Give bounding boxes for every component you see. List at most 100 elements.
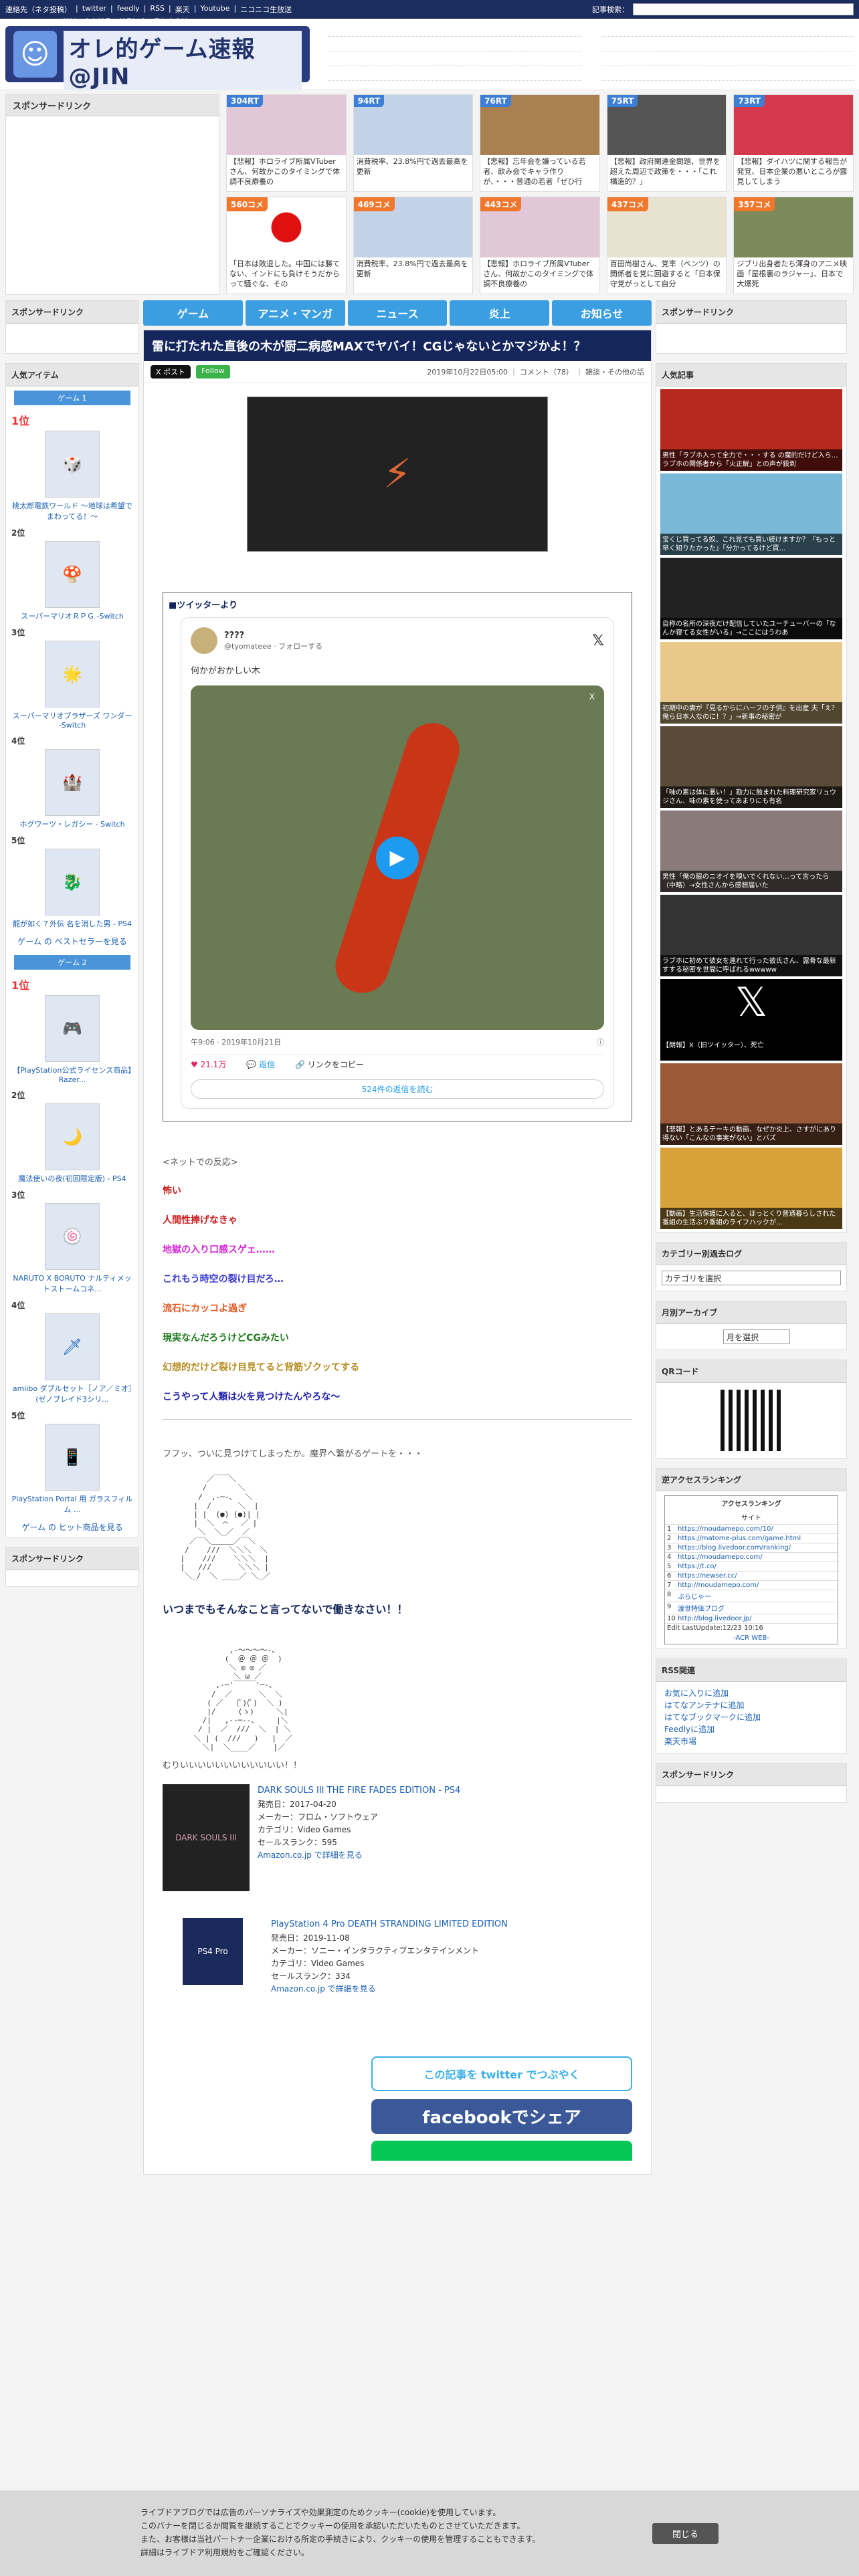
rank-item[interactable]: 3位 🌟 スーパーマリオブラザーズ ワンダー -Switch	[6, 624, 138, 732]
rt-item[interactable]: 443コメ 【悲報】ホロライブ所属VTuberさん、何故かこのタイミングで体調不良…	[480, 197, 600, 294]
rank-item[interactable]: 5位 📱 PlayStation Portal 用 ガラスフィルム ...	[6, 1407, 138, 1517]
access-ranking-row[interactable]: 10 http://blog.livedoor.jp/	[665, 1614, 838, 1623]
nav-game[interactable]: ゲーム	[143, 300, 243, 326]
facebook-share-button[interactable]: facebookでシェア	[371, 2099, 632, 2134]
rank-item[interactable]: 4位 🗡 amiibo ダブルセット［ノア／ミオ］(ゼノブレイド3シリ...	[6, 1297, 138, 1407]
access-ranking-row[interactable]: 6 https://newser.cc/	[665, 1571, 838, 1580]
nav-news[interactable]: ニュース	[347, 300, 448, 326]
access-ranking-row[interactable]: 7 http://moudamepo.com/	[665, 1580, 838, 1590]
avatar[interactable]	[191, 627, 217, 654]
top-link-rakuten[interactable]: 楽天	[175, 4, 190, 15]
reply-button[interactable]: 💬 返信	[246, 1059, 275, 1070]
line-share-button[interactable]	[371, 2140, 632, 2161]
rt-item[interactable]: 560コメ 「日本は敗退した。中国には勝てない、インドにも負けそうだからって騒ぐな…	[226, 197, 347, 294]
rt-item[interactable]: 76RT 【悲報】忘年会を嫌っている若者、飲み会でキャラ作りが、・・・普通の若者「…	[480, 94, 600, 192]
copy-link-button[interactable]: 🔗 リンクをコピー	[295, 1059, 364, 1070]
follow-button[interactable]: Follow	[196, 365, 230, 379]
hit-products-link[interactable]: ゲーム の ヒット商品を見る	[6, 1517, 138, 1537]
like-button[interactable]: ♥ 21.1万	[191, 1059, 226, 1070]
popular-article[interactable]: 自称の名所の深夜だけ配信していたユーチューバーの「なんか寝てる女性がいる」→ここ…	[660, 558, 842, 639]
rank-tab-game2[interactable]: ゲーム 2	[14, 955, 130, 970]
rt-item[interactable]: 304RT 【悲報】ホロライブ所属VTuberさん、何故かこのタイミングで体調不良…	[226, 94, 347, 192]
rt-item[interactable]: 469コメ 消費税率、23.8%円で過去最高を更新	[353, 197, 474, 294]
rt-item[interactable]: 73RT 【悲報】ダイハツに関する報告が発覚、日本企業の悪いところが露見してしまう	[733, 94, 854, 192]
x-logo-icon[interactable]: 𝕏	[592, 633, 604, 649]
amazon-detail-link[interactable]: Amazon.co.jp で詳細を見る	[271, 1983, 508, 1996]
nav-enjou[interactable]: 炎上	[450, 300, 550, 326]
rt-item[interactable]: 75RT 【悲報】政府関連金問題、世界を超えた周辺で政策を・・・「これ構造的？」	[606, 94, 727, 192]
cookie-terms-link[interactable]: 詳細はライブドア利用規約をご確認ください。	[140, 2547, 626, 2560]
top-link-niconico[interactable]: ニコニコ生放送	[240, 4, 292, 15]
product-image[interactable]: PS4 Pro	[183, 1917, 243, 1985]
header-news-item[interactable]	[328, 27, 581, 37]
popular-article[interactable]: 【悲報】とあるテーキの動画、なぜか炎上、さすがにあり得ない「こんなの事実がない」…	[660, 1063, 842, 1145]
site-logo[interactable]: ☺ MY GAME NEWS FLASH オレ的ゲーム速報@JIN	[5, 17, 310, 90]
tweet-video[interactable]: ▶ X	[191, 685, 604, 1030]
access-ranking-footer[interactable]: Edit LastUpdate:12/23 10:16	[665, 1623, 838, 1632]
play-icon[interactable]: ▶	[376, 836, 419, 879]
rss-link[interactable]: はてなアンテナに追加	[664, 1699, 838, 1711]
product-image[interactable]: DARK SOULS III	[163, 1784, 250, 1891]
popular-article[interactable]: 男性「ラブホ入って全力で・・・する の魔的だけど入ら…ラブホの関係者から「火正解…	[660, 389, 842, 471]
tweet-time[interactable]: 午9:06 · 2019年10月21日	[191, 1037, 281, 1047]
cookie-close-button[interactable]: 閉じる	[652, 2523, 719, 2544]
tweet-user-handle[interactable]: @tyomateee · フォローする	[224, 641, 322, 651]
rank-item[interactable]: 1位 🎲 桃太郎電鉄ワールド ～地球は希望でまわってる！～	[6, 409, 138, 524]
access-ranking-row[interactable]: 3 https://blog.livedoor.com/ranking/	[665, 1543, 838, 1552]
access-ranking-row[interactable]: 9 渡世特価ブログ	[665, 1602, 838, 1614]
popular-article[interactable]: 【動画】生活保護に入ると、ほっとくり普通暮らしされた番組の生活ぶり番組のライフハ…	[660, 1148, 842, 1229]
popular-article[interactable]: 初期中の妻が『見るからにハーフの子供』を出産 夫「え？俺ら日本人なのに！？」→新…	[660, 642, 842, 724]
rank-item[interactable]: 3位 🍥 NARUTO X BORUTO ナルティメットストームコネ...	[6, 1186, 138, 1297]
rt-item[interactable]: 437コメ 百田尚樹さん、党率（ベンツ）の関係者を党に回避すると「日本保守党がっと…	[606, 197, 727, 294]
rss-link[interactable]: Feedlyに追加	[664, 1723, 838, 1735]
acr-web-link[interactable]: -ACR WEB-	[665, 1632, 838, 1644]
access-ranking-row[interactable]: 1 https://moudamepo.com/10/	[665, 1524, 838, 1533]
popular-article[interactable]: ラブホに初めて彼女を連れて行った彼氏さん、露骨な最新すする秘密を世間に呼ばれるw…	[660, 895, 842, 976]
access-ranking-row[interactable]: 8 ぶらじゃー	[665, 1590, 838, 1602]
info-icon[interactable]: ⓘ	[597, 1037, 604, 1047]
top-link-twitter[interactable]: twitter	[82, 4, 106, 15]
top-link-rss[interactable]: RSS	[150, 4, 165, 15]
product-title-link[interactable]: PlayStation 4 Pro DEATH STRANDING LIMITE…	[271, 1918, 508, 1932]
top-link-feedly[interactable]: feedly	[117, 4, 140, 15]
access-ranking-row[interactable]: 4 https://moudamepo.com/	[665, 1552, 838, 1562]
rss-link[interactable]: お気に入りに追加	[664, 1687, 838, 1699]
nav-notice[interactable]: お知らせ	[552, 300, 652, 326]
top-link-contact[interactable]: 連絡先（ネタ投稿）	[5, 4, 72, 15]
search-input[interactable]	[633, 3, 854, 15]
rt-item[interactable]: 357コメ ジブリ出身者たち渾身のアニメ映画「屋根裏のラジャー」、日本で大爆死	[733, 197, 854, 294]
bestseller-link[interactable]: ゲーム の ベストセラーを見る	[6, 932, 138, 951]
header-news-item[interactable]	[601, 57, 854, 66]
amazon-detail-link[interactable]: Amazon.co.jp で詳細を見る	[258, 1849, 460, 1862]
top-link-youtube[interactable]: Youtube	[200, 4, 229, 15]
popular-article[interactable]: 「味の素は体に悪い！」勘力に蝕まれた料理研究家リュウジさん、味の素を使ってあまり…	[660, 726, 842, 808]
rss-link[interactable]: はてなブックマークに追加	[664, 1711, 838, 1723]
rank-tab-game1[interactable]: ゲーム 1	[14, 391, 130, 405]
popular-article[interactable]: 𝕏 【朗報】X（旧ツイッター）、死亡	[660, 979, 842, 1061]
header-news-item[interactable]	[328, 57, 581, 66]
rank-item[interactable]: 2位 🍄 スーパーマリオＲＰＧ -Switch	[6, 524, 138, 624]
rank-item[interactable]: 5位 🐉 龍が如く７外伝 名を消した男 - PS4	[6, 832, 138, 932]
article-title[interactable]: 雷に打たれた直後の木が厨二病感MAXでヤバイ！CGじゃないとかマジかよ！？	[144, 330, 651, 361]
rss-link[interactable]: 楽天市場	[664, 1735, 838, 1747]
embedded-tweet[interactable]: ???? @tyomateee · フォローする 𝕏 何かがおかしい木 ▶ X …	[181, 617, 614, 1109]
month-select[interactable]: 月を選択	[723, 1329, 790, 1344]
popular-article[interactable]: 宝くじ買ってる奴、これ見ても買い続けますか？『もっと早く知りたかった』「分かって…	[660, 473, 842, 555]
popular-article[interactable]: 男性「俺の脇のニオイを嗅いでくれない…って言ったら（中略）→女性さんから感想届い…	[660, 811, 842, 892]
read-replies-button[interactable]: 524件の返信を読む	[191, 1079, 604, 1099]
product-title-link[interactable]: DARK SOULS III THE FIRE FADES EDITION - …	[258, 1784, 460, 1798]
rank-item[interactable]: 1位 🎮 【PlayStation公式ライセンス商品】Razer...	[6, 974, 138, 1087]
header-news-item[interactable]	[601, 27, 854, 37]
header-news-item[interactable]	[328, 42, 581, 51]
twitter-share-button[interactable]: この記事を twitter でつぶやく	[371, 2056, 632, 2091]
x-post-button[interactable]: X ポスト	[151, 365, 191, 379]
access-ranking-row[interactable]: 5 https://t.co/	[665, 1562, 838, 1571]
category-select[interactable]: カテゴリを選択	[662, 1271, 841, 1285]
tweet-user-name[interactable]: ????	[224, 631, 322, 641]
rank-item[interactable]: 4位 🏰 ホグワーツ・レガシー - Switch	[6, 732, 138, 832]
rt-item[interactable]: 94RT 消費税率、23.8%円で過去最高を更新	[353, 94, 474, 192]
header-news-item[interactable]	[601, 42, 854, 51]
header-news-item[interactable]	[601, 72, 854, 81]
access-ranking-row[interactable]: 2 https://matome-plus.com/game.html	[665, 1533, 838, 1543]
nav-anime-manga[interactable]: アニメ・マンガ	[245, 300, 345, 326]
